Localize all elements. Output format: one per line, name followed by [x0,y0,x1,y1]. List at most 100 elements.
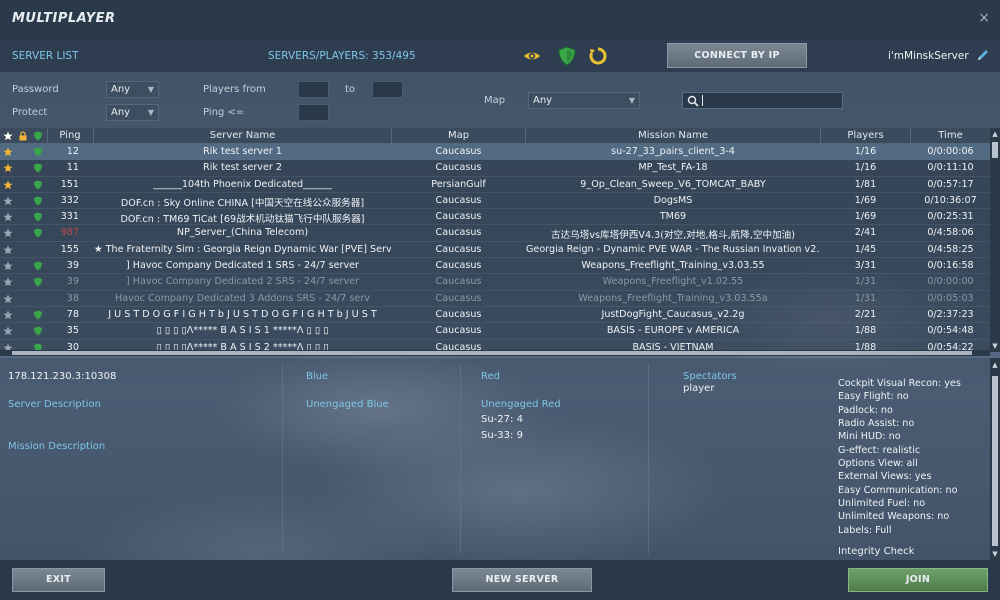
cell-mission-name: su-27_33_pairs_client_3-4 [611,146,735,157]
server-list-vertical-scrollbar[interactable]: ▲ ▼ [990,128,1000,352]
server-option-label: Radio Assist: [838,418,900,430]
column-header-ping[interactable]: Ping [48,130,92,141]
map-filter-select[interactable]: Any ▼ [528,92,640,109]
table-row[interactable]: 151 ______104th Phoenix Dedicated______ Pe… [0,177,990,193]
table-row[interactable]: 39 ] Havoc Company Dedicated 1 SRS - 24/7… [0,258,990,275]
favorite-star-icon[interactable] [3,310,13,320]
scrollbar-thumb[interactable] [992,142,998,158]
scroll-down-icon[interactable]: ▼ [991,550,999,558]
cell-time: 0/0:57:17 [927,178,974,190]
blue-coalition-label: Blue [306,371,329,382]
edit-pencil-icon[interactable] [976,48,990,62]
favorite-star-icon[interactable] [3,212,13,222]
protected-shield-icon [34,163,42,173]
cell-players: 1/16 [854,162,877,174]
protected-shield-icon [34,180,42,190]
table-row[interactable]: 155 ★ The Fraternity Sim : Georgia Reign … [0,242,990,259]
scrollbar-thumb[interactable] [12,351,972,355]
join-button[interactable]: JOIN [848,568,988,592]
refresh-icon[interactable] [588,46,608,66]
favorite-star-icon[interactable] [3,277,13,287]
favorite-star-icon[interactable] [3,163,13,173]
cell-ping: 78 [66,308,79,320]
scroll-down-icon[interactable]: ▼ [991,342,999,350]
column-header-server-name[interactable]: Server Name [94,130,391,141]
password-filter-select[interactable]: Any ▼ [106,81,159,98]
table-row[interactable]: 35 ▯ ▯ ▯ ▯Λ***** B A S I S 1 *****Λ ▯ ▯ ▯… [0,323,990,340]
table-row[interactable]: 78 J U S T D O G F I G H T b J U S T D O … [0,307,990,324]
server-option-label: Options View: [838,458,904,470]
favorite-star-icon[interactable] [3,245,13,255]
cell-map: Caucasus [435,325,482,337]
cell-server-name: ] Havoc Company Dedicated 1 SRS - 24/7 s… [126,260,359,272]
favorite-star-icon[interactable] [3,261,13,271]
column-header-time[interactable]: Time [911,130,990,141]
cell-ping: 39 [66,260,79,272]
protect-filter-select[interactable]: Any ▼ [106,104,159,121]
column-header-players[interactable]: Players [821,130,910,141]
server-list-horizontal-scrollbar[interactable] [0,350,990,356]
column-header-mission-name[interactable]: Mission Name [526,130,820,141]
eye-icon[interactable] [522,46,542,66]
password-column-lock-icon[interactable] [18,131,28,141]
protected-shield-icon [34,277,42,287]
connect-by-ip-button[interactable]: CONNECT BY IP [667,43,807,68]
table-row[interactable]: 11 Rik test server 2 Caucasus MP_Test_FA-18… [0,160,990,177]
dropdown-arrow-icon: ▼ [147,85,154,94]
scrollbar-thumb[interactable] [992,376,998,546]
server-table: Ping Server Name Map Mission Name Player… [0,128,1000,356]
favorite-star-icon[interactable] [3,228,13,238]
table-row[interactable]: 332 DOF.cn : Sky Online CHINA [中国天空在线公众服务… [0,193,990,210]
favorite-star-icon[interactable] [3,294,13,304]
servers-players-counter: SERVERS/PLAYERS: 353/495 [268,50,416,62]
favorite-column-star-icon[interactable] [3,131,13,141]
table-row[interactable]: 30 ▯ ▯ ▯ ▯Λ***** B A S I S 2 *****Λ ▯ ▯ ▯… [0,340,990,350]
ping-filter-label: Ping <= [203,107,245,118]
close-icon[interactable]: × [978,10,990,26]
cell-time: 0/10:36:07 [924,194,977,206]
protected-shield-icon [34,326,42,336]
server-list-header: SERVER LIST SERVERS/PLAYERS: 353/495 CON… [0,40,1000,72]
table-row[interactable]: 331 DOF.cn : TM69 TiCat [69战术机动钛猫飞行中队服务器]… [0,209,990,226]
cell-time: 0/0:11:10 [927,162,974,174]
scroll-up-icon[interactable]: ▲ [991,361,999,369]
exit-button[interactable]: EXIT [12,568,105,592]
search-input[interactable] [682,92,843,109]
players-to-input[interactable] [372,81,403,98]
server-option-item: External Views: yes [838,471,988,484]
server-option-value: no [937,511,950,523]
favorite-star-icon[interactable] [3,180,13,190]
cell-players: 2/21 [854,308,877,320]
details-vertical-scrollbar[interactable]: ▲ ▼ [990,358,1000,560]
favorite-star-icon[interactable] [3,147,13,157]
unengaged-red-entry: Su-27: 4 [481,414,523,425]
scroll-up-icon[interactable]: ▲ [991,130,999,138]
cell-ping: 332 [60,194,79,206]
password-filter-label: Password [12,84,59,95]
favorite-star-icon[interactable] [3,343,13,350]
server-address: 178.121.230.3:10308 [8,371,117,382]
table-row[interactable]: 39] Havoc Company Dedicated 2 SRS - 24/7… [0,274,990,291]
new-server-button[interactable]: NEW SERVER [452,568,592,592]
cell-map: Caucasus [435,194,482,206]
cell-server-name: ▯ ▯ ▯ ▯Λ***** B A S I S 1 *****Λ ▯ ▯ ▯ [156,325,329,337]
server-option-item: Unlimited Weapons: no [838,511,988,524]
table-row[interactable]: 38 Havoc Company Dedicated 3 Addons SRS -… [0,291,990,307]
column-header-map[interactable]: Map [392,130,525,141]
cell-players: 1/88 [854,325,877,337]
ping-max-input[interactable] [298,104,329,121]
cell-map: Caucasus [435,308,482,320]
favorite-star-icon[interactable] [3,326,13,336]
table-row[interactable]: 987 NP_Server_(China Telecom) Caucasus 古达乌塔… [0,225,990,242]
cell-mission-name: 古达乌塔vs库塔伊西V4.3(对空,对地,格斗,航降,空中加油) [550,230,796,242]
dropdown-arrow-icon: ▼ [147,108,154,117]
cell-map: Caucasus [435,243,482,255]
shield-icon[interactable] [557,46,577,66]
search-icon [687,95,699,107]
protect-column-shield-icon[interactable] [33,131,43,141]
table-row[interactable]: 12 Rik test server 1 Caucasus su-27_33_pair… [0,144,990,161]
favorite-star-icon[interactable] [3,196,13,206]
cell-map: Caucasus [435,260,482,272]
cell-ping: 39 [66,276,79,288]
players-from-input[interactable] [298,81,329,98]
